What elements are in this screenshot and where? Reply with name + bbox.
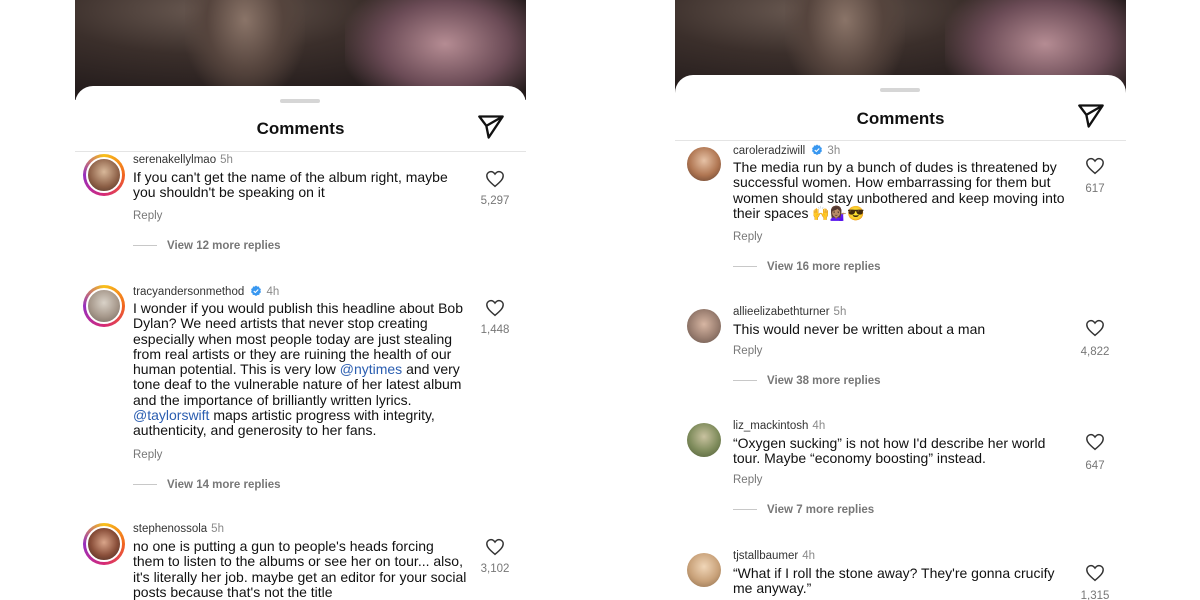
avatar[interactable]	[83, 285, 125, 327]
send-icon[interactable]	[477, 113, 505, 141]
like-count: 3,102	[480, 563, 510, 575]
heart-icon[interactable]	[1085, 157, 1105, 175]
heart-icon[interactable]	[485, 299, 505, 317]
timestamp: 5h	[211, 523, 224, 535]
comment-text: This would never be written about a man	[733, 321, 986, 337]
heart-icon[interactable]	[1085, 319, 1105, 337]
username[interactable]: caroleradziwill	[733, 145, 805, 157]
view-more-replies[interactable]: View 14 more replies	[133, 479, 281, 491]
avatar[interactable]	[83, 523, 125, 565]
reply-button[interactable]: Reply	[733, 231, 762, 243]
avatar[interactable]	[83, 154, 125, 196]
send-icon[interactable]	[1077, 102, 1105, 130]
comment-meta: stephenossola 5h	[133, 523, 224, 535]
left-phone-screen: Comments serenakellylmao 5h If you can't …	[75, 0, 526, 600]
comment-meta: serenakellylmao 5h	[133, 154, 233, 166]
comments-sheet: Comments caroleradziwill 3h The media ru…	[675, 75, 1126, 600]
header-divider	[75, 151, 526, 152]
avatar[interactable]	[687, 147, 721, 181]
verified-badge-icon	[251, 285, 262, 296]
avatar[interactable]	[687, 309, 721, 343]
like-count: 617	[1085, 183, 1105, 195]
view-more-replies[interactable]: View 12 more replies	[133, 240, 281, 252]
comment-text: If you can't get the name of the album r…	[133, 169, 448, 201]
heart-icon[interactable]	[485, 538, 505, 556]
drag-handle[interactable]	[280, 99, 320, 103]
view-more-replies[interactable]: View 38 more replies	[733, 375, 881, 387]
comment-text: no one is putting a gun to people's head…	[133, 538, 467, 600]
comment-meta: caroleradziwill 3h	[733, 144, 840, 157]
comments-sheet: Comments serenakellylmao 5h If you can't …	[75, 86, 526, 600]
right-phone-screen: Comments caroleradziwill 3h The media ru…	[675, 0, 1126, 600]
view-more-replies[interactable]: View 7 more replies	[733, 504, 874, 516]
reply-button[interactable]: Reply	[133, 449, 162, 461]
comment-meta: allieelizabethturner 5h	[733, 306, 846, 318]
heart-icon[interactable]	[1085, 433, 1105, 451]
comment-text: I wonder if you would publish this headl…	[133, 300, 463, 439]
comment-text: “What if I roll the stone away? They're …	[733, 565, 1055, 597]
like-count: 4,822	[1080, 346, 1110, 358]
heart-icon[interactable]	[485, 170, 505, 188]
timestamp: 4h	[802, 550, 815, 562]
comment-meta: liz_mackintosh 4h	[733, 420, 825, 432]
like-count: 1,315	[1080, 590, 1110, 600]
view-more-replies[interactable]: View 16 more replies	[733, 261, 881, 273]
username[interactable]: tjstallbaumer	[733, 550, 798, 562]
mention-link[interactable]: @taylorswift	[133, 407, 209, 423]
drag-handle[interactable]	[880, 88, 920, 92]
post-photo	[75, 0, 526, 110]
username[interactable]: stephenossola	[133, 523, 207, 535]
timestamp: 4h	[266, 286, 280, 298]
reply-button[interactable]: Reply	[733, 474, 762, 486]
timestamp: 3h	[827, 145, 841, 157]
comments-title: Comments	[256, 119, 345, 138]
comment-meta: tjstallbaumer 4h	[733, 550, 815, 562]
like-count: 647	[1085, 460, 1105, 472]
timestamp: 4h	[812, 420, 826, 432]
timestamp: 5h	[220, 154, 233, 166]
like-count: 5,297	[480, 195, 510, 207]
username[interactable]: serenakellylmao	[133, 154, 216, 166]
comment-meta: tracyandersonmethod 4h	[133, 285, 279, 298]
verified-badge-icon	[812, 144, 823, 155]
comment-text: “Oxygen sucking” is not how I'd describe…	[733, 435, 1046, 467]
like-count: 1,448	[480, 324, 510, 336]
username[interactable]: allieelizabethturner	[733, 306, 830, 318]
heart-icon[interactable]	[1085, 564, 1105, 582]
avatar[interactable]	[687, 423, 721, 457]
timestamp: 5h	[833, 306, 847, 318]
comments-title: Comments	[856, 109, 945, 128]
username[interactable]: tracyandersonmethod	[133, 286, 244, 298]
reply-button[interactable]: Reply	[133, 210, 162, 222]
reply-button[interactable]: Reply	[733, 345, 762, 357]
username[interactable]: liz_mackintosh	[733, 420, 808, 432]
mention-link[interactable]: @nytimes	[340, 361, 402, 377]
comment-text: The media run by a bunch of dudes is thr…	[733, 159, 1065, 221]
avatar[interactable]	[687, 553, 721, 587]
header-divider	[675, 140, 1126, 141]
